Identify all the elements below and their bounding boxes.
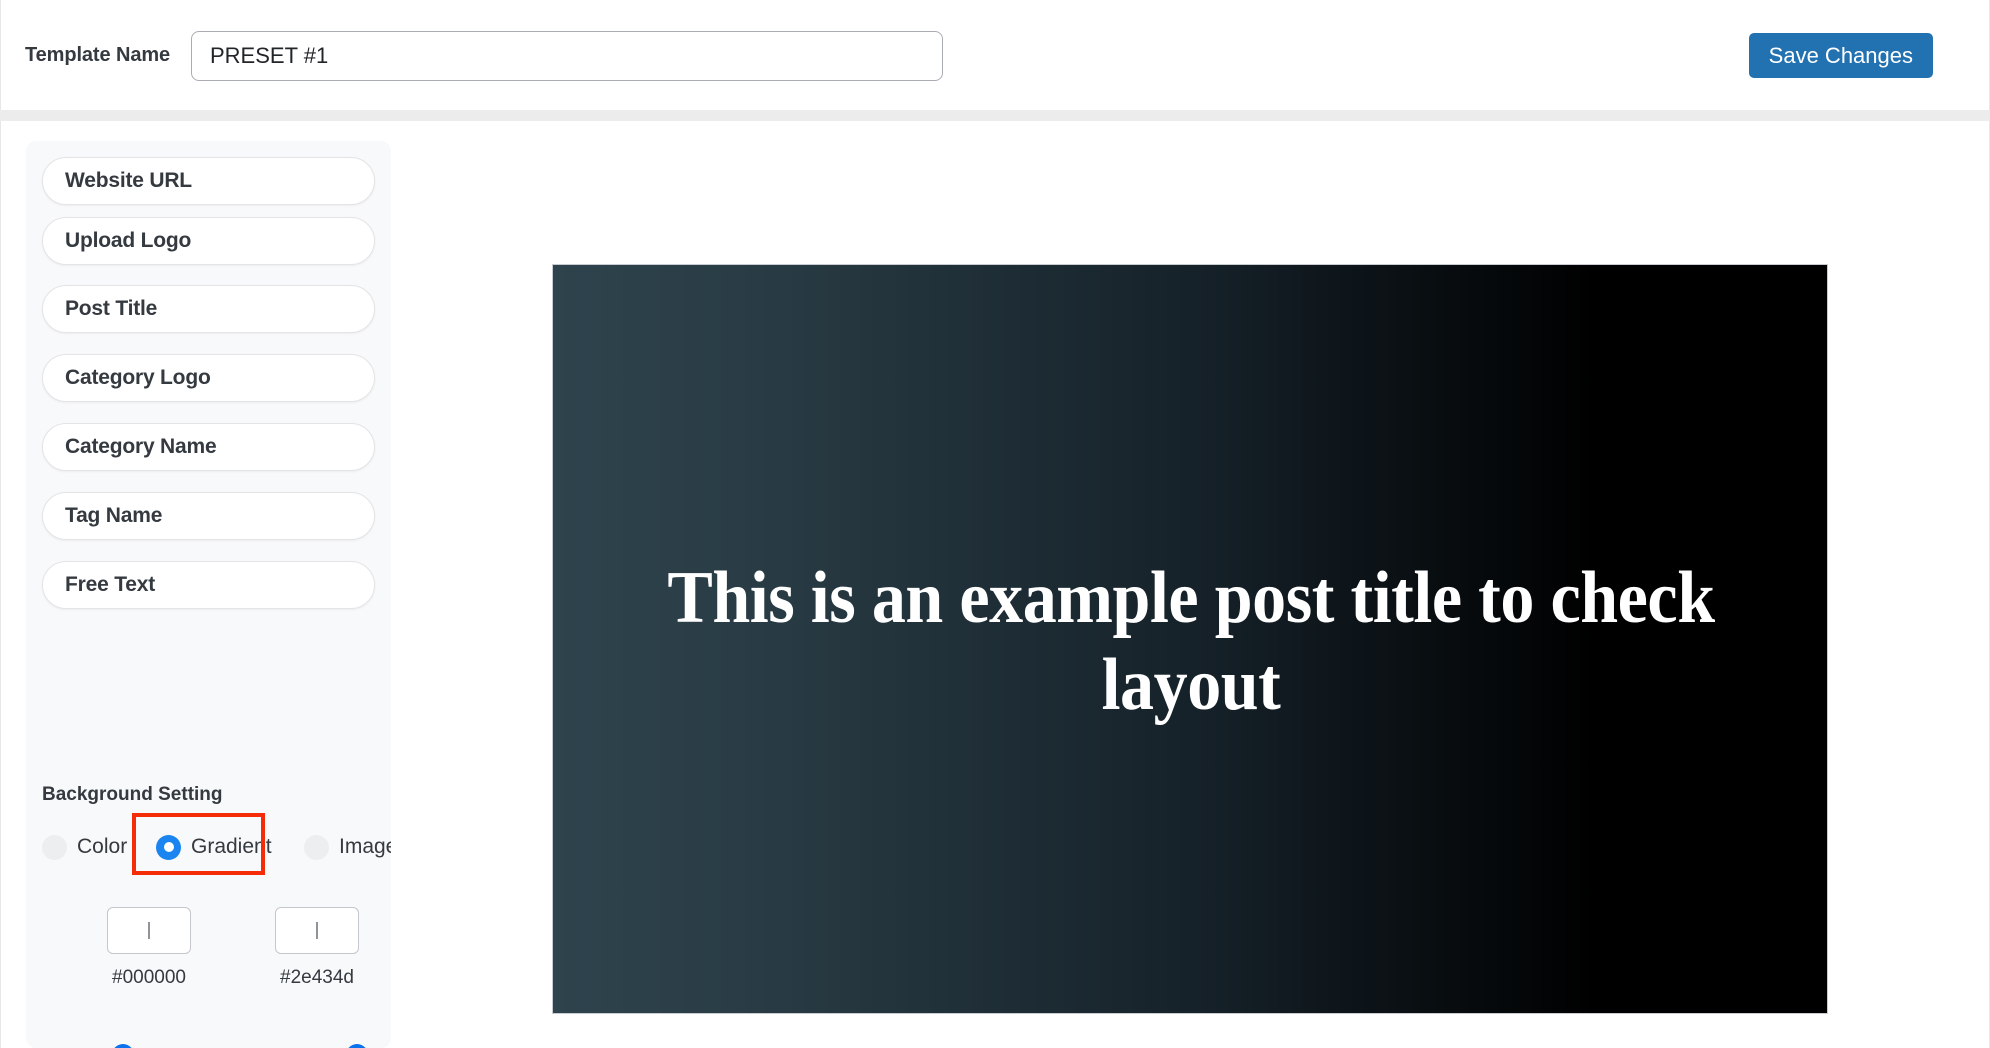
sidebar-item-category-name[interactable]: Category Name <box>42 423 375 471</box>
sidebar-item-label: Upload Logo <box>65 229 192 252</box>
sidebar-item-tag-name[interactable]: Tag Name <box>42 492 375 540</box>
sidebar-item-website-url[interactable]: Website URL <box>42 157 375 205</box>
preview-post-title[interactable]: This is an example post title to check l… <box>659 555 1723 730</box>
radio-label-gradient: Gradient <box>191 835 272 858</box>
background-setting-title: Background Setting <box>42 784 223 805</box>
radio-option-gradient[interactable]: Gradient <box>156 829 272 865</box>
gradient-color-2-fill <box>316 922 318 939</box>
gradient-color-1-fill <box>148 922 150 939</box>
save-changes-button[interactable]: Save Changes <box>1748 33 1933 78</box>
background-type-radio-group: Color Gradient Image <box>42 829 391 865</box>
header-bar: Template Name Save Changes <box>0 0 1990 110</box>
sidebar-item-label: Category Logo <box>65 366 211 389</box>
radio-option-color[interactable]: Color <box>42 829 127 865</box>
gradient-color-2-hex: #2e434d <box>280 967 354 988</box>
sidebar-panel: Website URL Upload Logo Post Title Categ… <box>26 141 391 1048</box>
radio-label-color: Color <box>77 835 128 858</box>
radio-dot-image-icon <box>304 834 329 860</box>
sidebar-item-category-logo[interactable]: Category Logo <box>42 354 375 402</box>
template-name-label: Template Name <box>25 44 171 66</box>
header-separator <box>0 110 1990 121</box>
gradient-color-2-swatch-button[interactable] <box>275 907 359 954</box>
sidebar-item-upload-logo[interactable]: Upload Logo <box>42 217 375 265</box>
sidebar-item-label: Website URL <box>65 169 192 192</box>
sidebar-item-free-text[interactable]: Free Text <box>42 561 375 609</box>
body-area: Website URL Upload Logo Post Title Categ… <box>0 121 1990 1048</box>
gradient-color-1-hex: #000000 <box>112 967 186 988</box>
gradient-stop-1-thumb[interactable] <box>112 1044 135 1048</box>
radio-label-image: Image <box>339 835 391 858</box>
radio-option-image[interactable]: Image <box>304 829 391 865</box>
sidebar-item-label: Post Title <box>65 297 158 320</box>
gradient-stop-2-thumb[interactable] <box>345 1044 368 1048</box>
sidebar-item-label: Category Name <box>65 435 217 458</box>
sidebar-item-label: Tag Name <box>65 504 163 527</box>
gradient-color-2: #2e434d <box>275 907 359 989</box>
template-name-input[interactable] <box>191 31 943 81</box>
gradient-color-1: #000000 <box>107 907 191 989</box>
radio-dot-gradient-icon <box>156 834 181 860</box>
preview-canvas[interactable]: This is an example post title to check l… <box>552 264 1828 1014</box>
gradient-color-1-swatch-button[interactable] <box>107 907 191 954</box>
sidebar-item-label: Free Text <box>65 573 156 596</box>
radio-dot-color-icon <box>42 834 67 860</box>
sidebar-item-post-title[interactable]: Post Title <box>42 285 375 333</box>
